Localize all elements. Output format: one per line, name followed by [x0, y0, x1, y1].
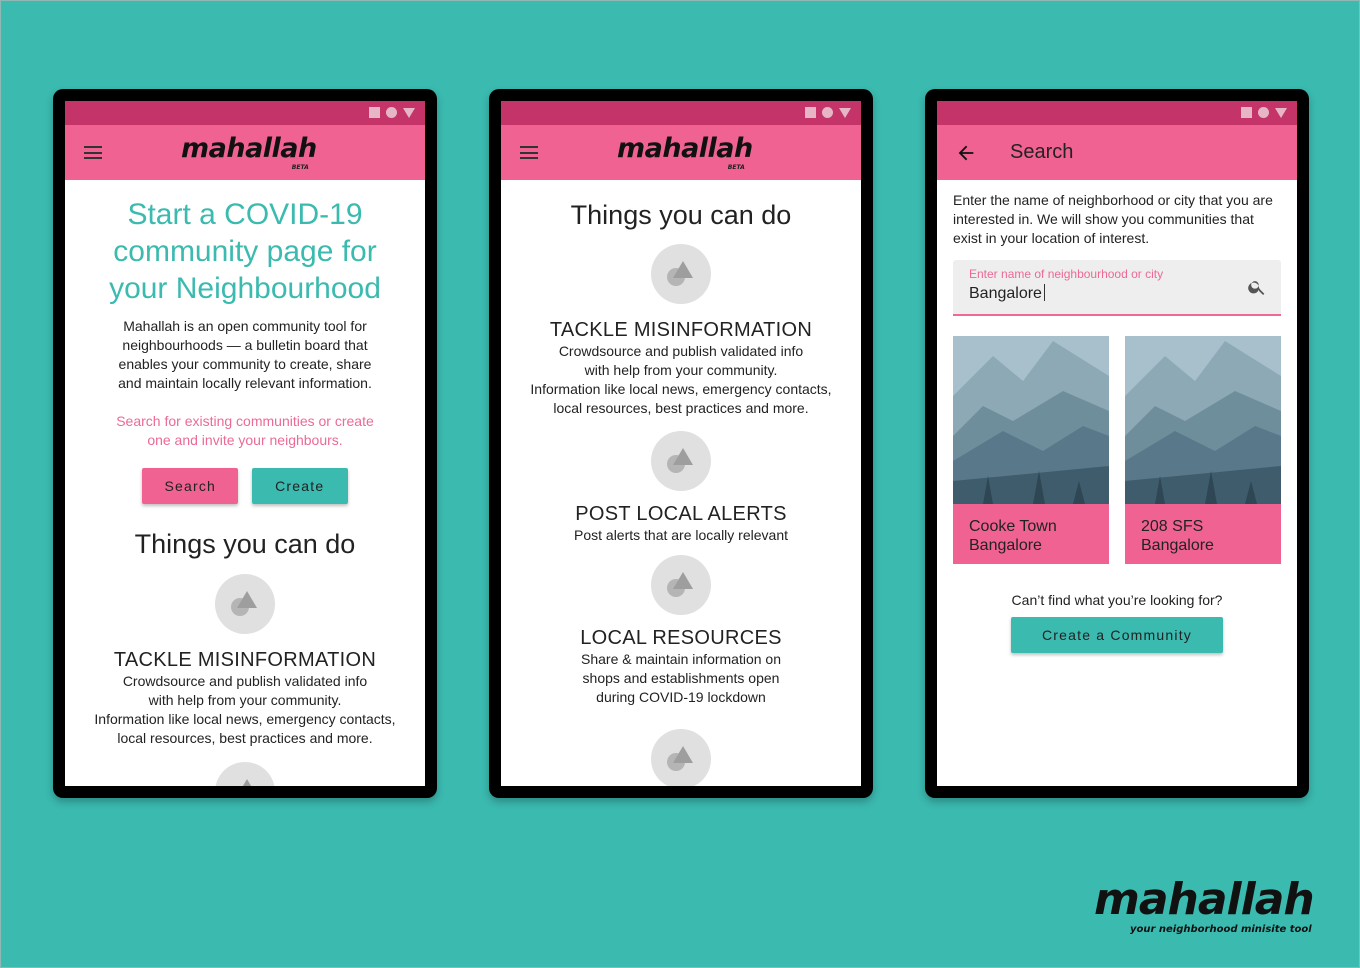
search-input-value: Bangalore — [969, 285, 1042, 302]
feature-desc-line: Post alerts that are locally relevant — [574, 527, 788, 543]
phone-frame-search: Search Enter the name of neighborhood or… — [925, 89, 1309, 798]
search-button[interactable]: Search — [142, 468, 239, 504]
feature-desc-line: Crowdsource and publish validated info — [558, 343, 804, 359]
menu-icon[interactable] — [84, 146, 102, 159]
text-cursor — [1043, 284, 1045, 301]
screen-features: mahallah BETA Things you can do TACKLE M… — [501, 101, 861, 786]
menu-icon[interactable] — [520, 146, 538, 159]
shapes-icon — [651, 555, 711, 615]
app-bar: Search — [937, 125, 1297, 180]
beta-label: BETA — [291, 164, 309, 171]
things-heading: Things you can do — [134, 529, 356, 559]
feature-desc-line: Information like local news, emergency c… — [94, 711, 396, 727]
logo-text: mahallah — [617, 133, 753, 164]
brand-tagline: your neighborhood minisite tool — [1129, 924, 1312, 935]
search-field-label: Enter name of neighbourhood or city — [969, 267, 1164, 281]
feature-title: TACKLE MISINFORMATION — [113, 649, 377, 671]
card-label: 208 SFS Bangalore — [1125, 504, 1281, 564]
status-bar — [65, 101, 425, 125]
app-logo: mahallah BETA — [181, 133, 317, 171]
hero-title: Start a COVID-19 community page for your… — [109, 198, 381, 305]
feature-title: LOCAL RESOURCES — [580, 627, 782, 649]
status-bar — [501, 101, 861, 125]
create-button[interactable]: Create — [251, 468, 348, 504]
status-icons — [1241, 107, 1287, 118]
phone-frame-features: mahallah BETA Things you can do TACKLE M… — [489, 89, 873, 798]
triangle-icon — [839, 107, 851, 118]
circle-icon — [386, 107, 397, 118]
status-icons — [369, 107, 415, 118]
feature-desc-line: local resources, best practices and more… — [553, 400, 809, 416]
beta-label: BETA — [727, 164, 745, 171]
feature-desc-line: with help from your community. — [584, 362, 778, 378]
status-icons — [805, 107, 851, 118]
card-image — [953, 336, 1109, 504]
back-arrow-icon[interactable] — [955, 142, 977, 164]
brand-logo: mahallah your neighborhood minisite tool — [1094, 874, 1315, 936]
square-icon — [805, 107, 816, 118]
shapes-icon — [215, 762, 275, 786]
search-content: Enter the name of neighborhood or city t… — [937, 180, 1297, 786]
create-row: Create a Community — [937, 617, 1297, 653]
triangle-icon — [403, 107, 415, 118]
shapes-icon — [651, 244, 711, 304]
result-card[interactable]: Cooke Town Bangalore — [953, 336, 1109, 564]
things-heading: Things you can do — [570, 200, 792, 230]
feature-desc-line: Share & maintain information on — [581, 651, 781, 667]
card-subtitle: Bangalore — [969, 537, 1042, 554]
screen-search: Search Enter the name of neighborhood or… — [937, 101, 1297, 786]
screen-home: mahallah BETA Start a COVID-19 community… — [65, 101, 425, 786]
logo-text: mahallah — [181, 133, 317, 164]
app-bar: mahallah BETA — [501, 125, 861, 180]
feature-desc-line: Crowdsource and publish validated info — [122, 673, 368, 689]
phone-frame-home: mahallah BETA Start a COVID-19 community… — [53, 89, 437, 798]
page-title: Search — [1010, 141, 1074, 163]
feature-desc-line: with help from your community. — [148, 692, 342, 708]
feature-title: TACKLE MISINFORMATION — [549, 319, 813, 341]
brand-wordmark: mahallah — [1094, 874, 1315, 925]
circle-icon — [1258, 107, 1269, 118]
shapes-icon — [651, 431, 711, 491]
feature-desc-line: Information like local news, emergency c… — [530, 381, 832, 397]
feature-desc-line: local resources, best practices and more… — [117, 730, 373, 746]
square-icon — [369, 107, 380, 118]
search-intro: Enter the name of neighborhood or city t… — [953, 192, 1273, 246]
search-field[interactable]: Enter name of neighbourhood or city Bang… — [953, 260, 1281, 316]
card-label: Cooke Town Bangalore — [953, 504, 1109, 564]
home-content: Start a COVID-19 community page for your… — [65, 196, 425, 786]
shapes-icon — [651, 729, 711, 786]
search-icon[interactable] — [1247, 277, 1267, 297]
card-title: 208 SFS — [1141, 518, 1204, 535]
button-row: Search Create — [65, 468, 425, 504]
square-icon — [1241, 107, 1252, 118]
cta-text: Search for existing communities or creat… — [116, 413, 374, 448]
features-content: Things you can do TACKLE MISINFORMATION … — [501, 198, 861, 786]
app-bar: mahallah BETA — [65, 125, 425, 180]
intro-text: Mahallah is an open community tool for n… — [118, 318, 372, 391]
create-community-button[interactable]: Create a Community — [1011, 617, 1223, 653]
feature-desc-line: during COVID-19 lockdown — [596, 689, 766, 705]
app-logo: mahallah BETA — [617, 133, 753, 171]
not-found-text: Can’t find what you’re looking for? — [1011, 592, 1223, 608]
status-bar — [937, 101, 1297, 125]
shapes-icon — [215, 574, 275, 634]
result-card[interactable]: 208 SFS Bangalore — [1125, 336, 1281, 564]
card-subtitle: Bangalore — [1141, 537, 1214, 554]
triangle-icon — [1275, 107, 1287, 118]
search-input[interactable]: Bangalore — [969, 284, 1045, 303]
feature-desc-line: shops and establishments open — [582, 670, 780, 686]
card-title: Cooke Town — [969, 518, 1057, 535]
circle-icon — [822, 107, 833, 118]
card-image — [1125, 336, 1281, 504]
feature-title: POST LOCAL ALERTS — [575, 503, 787, 525]
